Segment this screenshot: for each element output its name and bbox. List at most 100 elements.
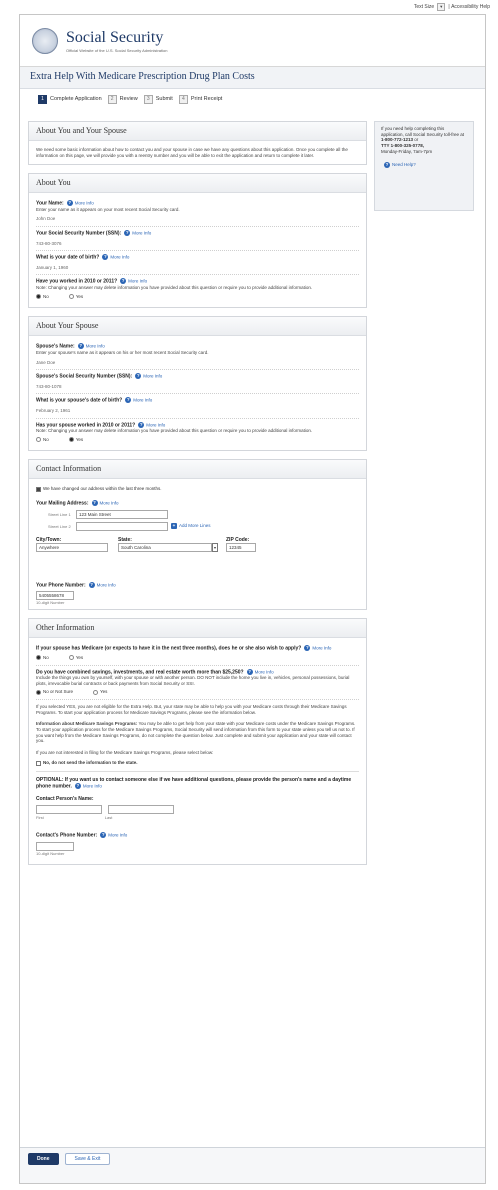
radio-label: No or Not Sure: [43, 689, 74, 695]
street1-input[interactable]: 123 Main Street: [76, 509, 168, 519]
info-icon[interactable]: ?: [304, 645, 311, 652]
savings-no-radio[interactable]: No or Not Sure: [36, 689, 73, 695]
field-label: Your Phone Number:: [36, 582, 86, 589]
street2-input[interactable]: [76, 521, 168, 531]
more-info-link[interactable]: More Info: [312, 646, 331, 651]
spouse-apply-yes-radio[interactable]: Yes: [68, 655, 83, 661]
address-changed-checkbox[interactable]: [36, 486, 41, 492]
spouse-worked-field: Has your spouse worked in 2010 or 2011??…: [36, 419, 359, 447]
more-info-link[interactable]: More Info: [133, 398, 152, 403]
more-info-link[interactable]: More Info: [108, 832, 127, 837]
main-content: About You and Your Spouse We need some b…: [28, 121, 367, 873]
more-info-link[interactable]: More Info: [143, 373, 162, 378]
not-interested-text: If you are not interested in filing for …: [36, 749, 214, 755]
radio[interactable]: [93, 689, 99, 695]
need-help-label: Need Help?: [392, 162, 416, 168]
contact-name-label: Contact Person's Name:: [36, 795, 94, 802]
about-you-section: About You Your Name:? More Info Enter you…: [28, 173, 367, 309]
chevron-down-icon[interactable]: ▾: [212, 542, 218, 552]
radio-label: Yes: [75, 293, 84, 299]
more-info-link[interactable]: More Info: [97, 582, 116, 587]
field-hint: Include the things you own by yourself, …: [36, 675, 350, 686]
worked-yes-radio[interactable]: Yes: [68, 293, 84, 300]
add-icon[interactable]: +: [171, 523, 177, 530]
text-size-dropdown[interactable]: ▾: [437, 3, 446, 11]
field-label: Your Name:: [36, 200, 64, 207]
radio[interactable]: [68, 655, 74, 661]
more-info-link[interactable]: More Info: [110, 255, 129, 260]
info-icon[interactable]: ?: [246, 668, 253, 675]
step-submit: 3 Submit: [143, 94, 173, 104]
section-heading: About Your Spouse: [29, 317, 366, 337]
more-info-link[interactable]: More Info: [146, 422, 165, 427]
field-value: January 1, 1960: [36, 264, 69, 270]
progress-steps: 1 Complete Application 2 Review 3 Submit 4P…: [20, 89, 485, 109]
more-info-link[interactable]: More Info: [86, 344, 105, 349]
radio-selected[interactable]: [36, 689, 41, 695]
info-icon[interactable]: ?: [135, 373, 142, 380]
info-icon[interactable]: ?: [100, 832, 107, 839]
spouse-worked-yes-radio[interactable]: Yes: [68, 437, 83, 443]
field-label: Have you worked in 2010 or 2011?: [36, 278, 118, 285]
radio-selected[interactable]: [36, 294, 41, 299]
field-value: John Doe: [36, 216, 56, 222]
info-icon[interactable]: ?: [66, 200, 73, 207]
savings-yes-radio[interactable]: Yes: [93, 689, 107, 695]
spouse-name-field: Spouse's Name:? More Info Enter your spou…: [36, 340, 359, 371]
contact-last-input[interactable]: [108, 805, 174, 815]
more-info-link[interactable]: More Info: [100, 500, 119, 505]
field-value: 743-80-3076: [36, 240, 62, 246]
phone-hint: 10-digit Number: [36, 850, 65, 856]
info-icon[interactable]: ?: [120, 278, 127, 285]
spouse-worked-no-radio[interactable]: No: [36, 437, 49, 443]
spouse-apply-no-radio[interactable]: No: [36, 655, 49, 661]
city-input[interactable]: Anywhere: [36, 542, 108, 552]
header: Social Security Official Website of the …: [20, 15, 485, 67]
more-info-link[interactable]: More Info: [75, 201, 94, 206]
info-icon[interactable]: ?: [125, 397, 132, 404]
brand-title: Social Security: [66, 29, 164, 46]
info-icon[interactable]: ?: [88, 581, 95, 588]
add-more-lines-link[interactable]: Add More Lines: [179, 523, 211, 529]
info-icon[interactable]: ?: [77, 343, 84, 350]
field-label: What is your date of birth?: [36, 254, 100, 261]
about-you-and-spouse-section: About You and Your Spouse We need some b…: [28, 121, 367, 166]
checkbox-label: We have changed our address within the l…: [43, 486, 162, 492]
title-bar: Extra Help With Medicare Prescription Dr…: [20, 67, 485, 89]
contact-first-input[interactable]: [36, 805, 102, 815]
phone-input[interactable]: 5405558678: [36, 591, 74, 601]
info-icon[interactable]: ?: [74, 783, 81, 790]
more-info-link[interactable]: More Info: [128, 279, 147, 284]
more-info-link[interactable]: More Info: [132, 230, 151, 235]
text-size-label: Text Size: [413, 3, 435, 10]
radio[interactable]: [36, 437, 41, 443]
save-exit-button[interactable]: Save & Exit: [64, 1153, 111, 1165]
info-icon[interactable]: ?: [124, 230, 131, 237]
accessibility-help-link[interactable]: Accessibility Help: [451, 4, 490, 10]
zip-input[interactable]: 12345: [226, 542, 256, 552]
intro-text: We need some basic information about how…: [36, 147, 348, 158]
contact-phone-input[interactable]: [36, 841, 74, 851]
step-review: 2 Review: [107, 94, 138, 104]
radio-selected[interactable]: [68, 437, 74, 443]
more-info-link[interactable]: More Info: [83, 784, 102, 789]
help-sidebar: If you need help completing this applica…: [374, 121, 474, 211]
radio-selected[interactable]: [36, 655, 41, 661]
done-button[interactable]: Done: [28, 1153, 59, 1165]
utility-bar: Text Size ▾ | Accessibility Help: [0, 0, 498, 14]
last-hint: Last: [104, 815, 113, 821]
info-icon[interactable]: ?: [138, 421, 145, 428]
section-heading: About You: [29, 174, 366, 194]
info-icon[interactable]: ?: [91, 500, 98, 506]
need-help-link[interactable]: ? Need Help?: [381, 162, 467, 169]
radio[interactable]: [68, 294, 74, 299]
field-label: Do you have combined savings, investment…: [36, 668, 244, 675]
more-info-link[interactable]: More Info: [255, 669, 274, 674]
state-select[interactable]: South Carolina: [118, 542, 212, 552]
no-send-checkbox[interactable]: [36, 760, 41, 766]
worked-no-radio[interactable]: No: [36, 294, 49, 300]
help-text: If you need help completing this applica…: [381, 126, 465, 137]
your-ssn-field: Your Social Security Number (SSN):? More …: [36, 227, 359, 252]
info-icon[interactable]: ?: [102, 254, 109, 261]
spouse-apply-field: If your spouse has Medicare (or expects …: [36, 642, 359, 666]
